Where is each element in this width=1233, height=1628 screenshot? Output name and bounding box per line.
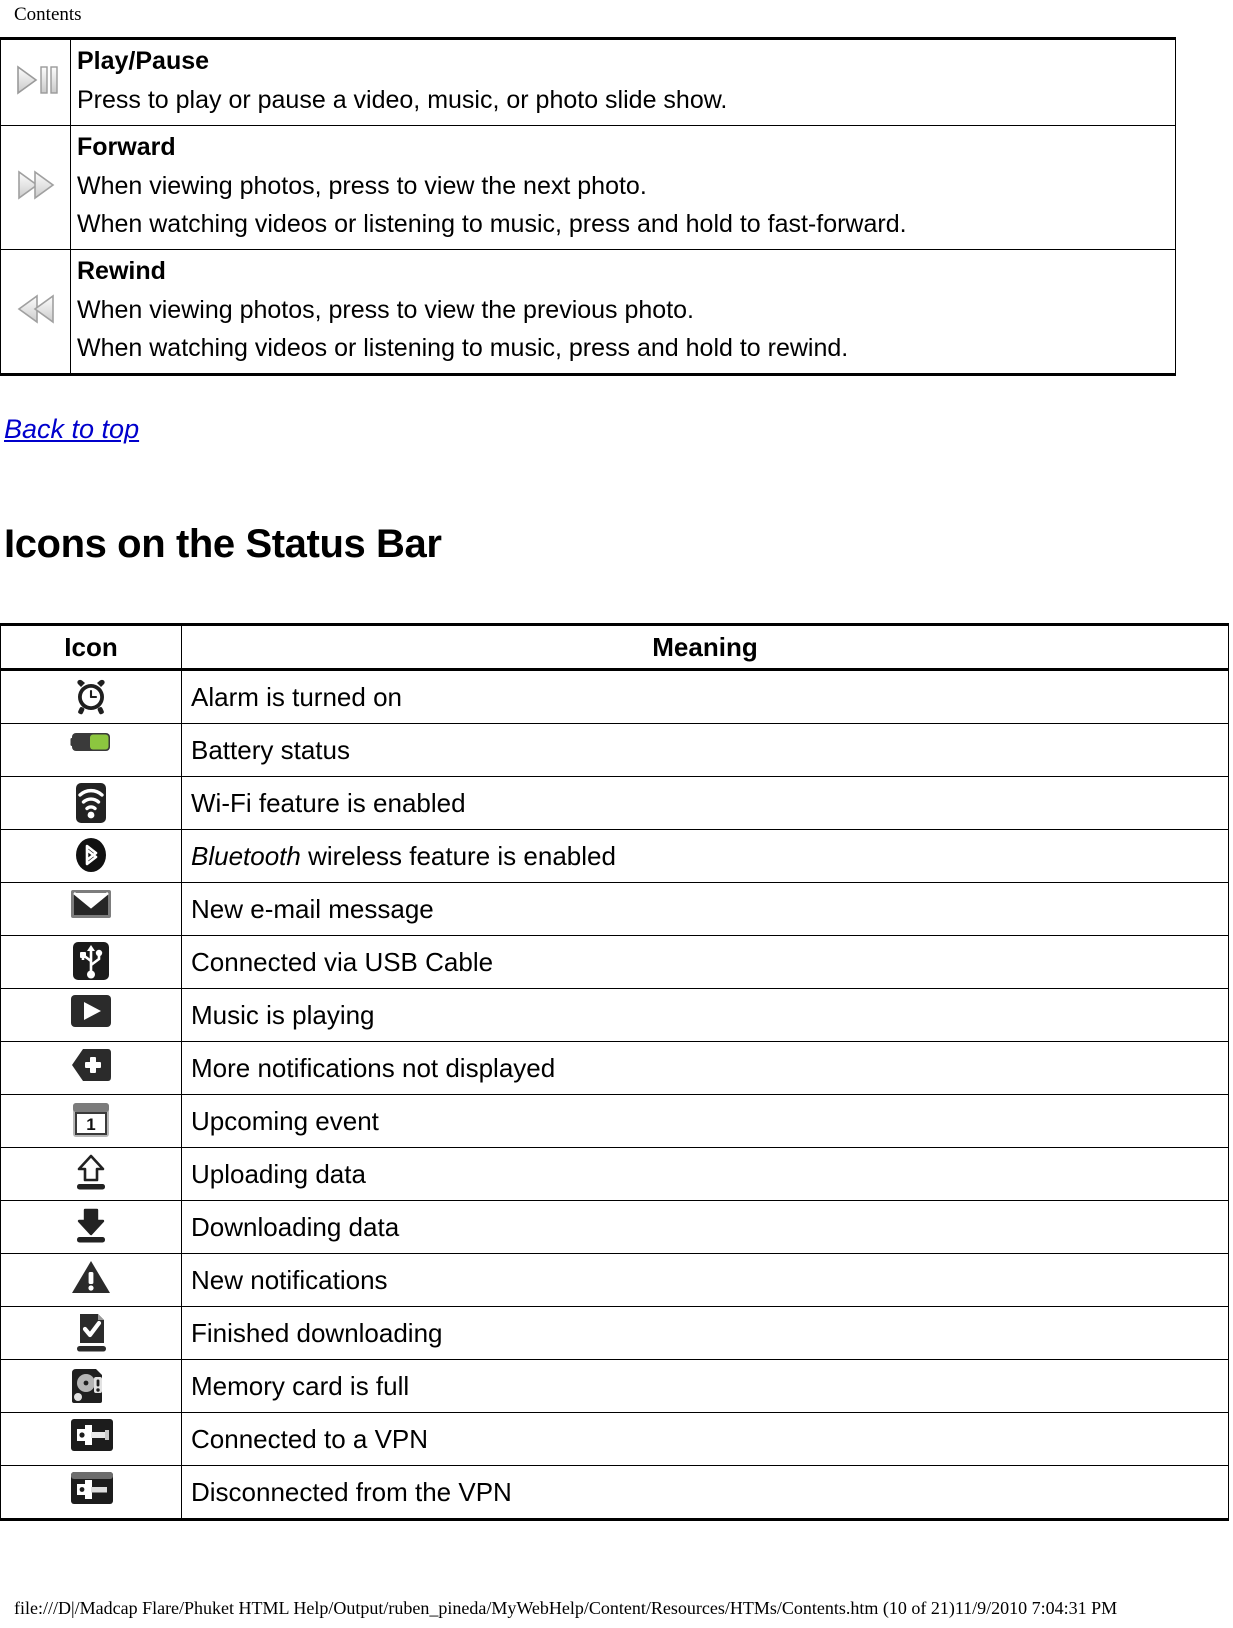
key-line: When viewing photos, press to view the p… <box>77 296 695 324</box>
column-header-meaning: Meaning <box>181 624 1229 671</box>
key-title: Forward <box>77 133 176 161</box>
status-icon-cell <box>0 1359 182 1413</box>
key-line: When viewing photos, press to view the n… <box>77 172 647 200</box>
status-icon-cell <box>0 669 182 724</box>
status-icon-cell <box>0 882 182 936</box>
key-desc-cell: Forward When viewing photos, press to vi… <box>70 125 1176 250</box>
table-row: Play/Pause Press to play or pause a vide… <box>0 38 1176 126</box>
breadcrumb: Contents <box>14 4 82 25</box>
key-line: Press to play or pause a video, music, o… <box>77 86 728 114</box>
key-title: Play/Pause <box>77 47 210 75</box>
music-playing-icon <box>70 994 112 1036</box>
battery-status-icon <box>70 729 112 771</box>
bluetooth-icon <box>70 835 112 877</box>
svg-text:1: 1 <box>86 1115 95 1134</box>
download-complete-icon <box>70 1312 112 1354</box>
bluetooth-rest: wireless feature is enabled <box>300 841 616 871</box>
more-notifications-icon <box>70 1047 112 1089</box>
key-icon-cell <box>0 125 71 250</box>
table-row: Rewind When viewing photos, press to vie… <box>0 249 1176 375</box>
table-row: New notifications <box>0 1253 1229 1307</box>
table-header-row: Icon Meaning <box>0 624 1229 671</box>
vpn-disconnected-icon <box>70 1471 113 1513</box>
table-row: More notifications not displayed <box>0 1041 1229 1095</box>
wifi-icon <box>70 782 112 824</box>
status-meaning-cell: New e-mail message <box>181 882 1229 936</box>
table-row: Connected to a VPN <box>0 1412 1229 1466</box>
key-desc-cell: Rewind When viewing photos, press to vie… <box>70 249 1176 375</box>
upload-icon <box>70 1153 112 1195</box>
table-row: Alarm is turned on <box>0 669 1229 724</box>
status-meaning-cell: Memory card is full <box>181 1359 1229 1413</box>
key-icon-cell <box>0 38 71 126</box>
status-meaning-cell: Finished downloading <box>181 1306 1229 1360</box>
status-icon-cell <box>0 1412 182 1466</box>
status-meaning-cell: Bluetooth wireless feature is enabled <box>181 829 1229 883</box>
status-icon-cell <box>0 1147 182 1201</box>
table-row: Finished downloading <box>0 1306 1229 1360</box>
key-line: When watching videos or listening to mus… <box>77 334 849 362</box>
key-desc-cell: Play/Pause Press to play or pause a vide… <box>70 38 1176 126</box>
status-icon-cell <box>0 1200 182 1254</box>
key-icon-cell <box>0 249 71 375</box>
status-icon-cell <box>0 1041 182 1095</box>
table-row: Forward When viewing photos, press to vi… <box>0 125 1176 250</box>
status-icon-cell <box>0 935 182 989</box>
table-row: Memory card is full <box>0 1359 1229 1413</box>
table-row: Uploading data <box>0 1147 1229 1201</box>
status-meaning-cell: Uploading data <box>181 1147 1229 1201</box>
status-meaning-cell: Downloading data <box>181 1200 1229 1254</box>
status-icon-cell <box>0 776 182 830</box>
alarm-clock-icon <box>70 676 112 718</box>
key-line: When watching videos or listening to mus… <box>77 210 907 238</box>
page-title: Icons on the Status Bar <box>4 522 442 566</box>
calendar-event-icon: 1 <box>70 1100 112 1142</box>
table-row: Downloading data <box>0 1200 1229 1254</box>
status-icon-cell <box>0 829 182 883</box>
table-row: 1 Upcoming event <box>0 1094 1229 1148</box>
status-icon-cell <box>0 1306 182 1360</box>
table-row: Bluetooth wireless feature is enabled <box>0 829 1229 883</box>
status-icon-cell <box>0 1253 182 1307</box>
table-row: Connected via USB Cable <box>0 935 1229 989</box>
fast-forward-icon <box>10 166 62 204</box>
key-title: Rewind <box>77 257 166 285</box>
column-header-icon: Icon <box>0 624 182 671</box>
status-meaning-cell: Battery status <box>181 723 1229 777</box>
table-row: Music is playing <box>0 988 1229 1042</box>
status-meaning-cell: Connected to a VPN <box>181 1412 1229 1466</box>
status-meaning-cell: Disconnected from the VPN <box>181 1465 1229 1520</box>
rewind-icon <box>10 290 62 328</box>
status-meaning-cell: Connected via USB Cable <box>181 935 1229 989</box>
download-icon <box>70 1206 112 1248</box>
usb-icon <box>70 941 112 983</box>
table-row: Wi-Fi feature is enabled <box>0 776 1229 830</box>
table-row: Disconnected from the VPN <box>0 1465 1229 1520</box>
status-icon-cell <box>0 723 182 777</box>
bluetooth-term: Bluetooth <box>191 841 301 871</box>
footer-path: file:///D|/Madcap Flare/Phuket HTML Help… <box>14 1598 1118 1618</box>
table-row: Battery status <box>0 723 1229 777</box>
status-icon-cell <box>0 988 182 1042</box>
warning-icon <box>70 1259 112 1301</box>
status-icon-cell <box>0 1465 182 1520</box>
status-meaning-cell: More notifications not displayed <box>181 1041 1229 1095</box>
status-meaning-cell: New notifications <box>181 1253 1229 1307</box>
status-icon-cell: 1 <box>0 1094 182 1148</box>
status-meaning-cell: Wi-Fi feature is enabled <box>181 776 1229 830</box>
play-pause-icon <box>10 61 62 99</box>
status-meaning-cell: Music is playing <box>181 988 1229 1042</box>
back-to-top-link[interactable]: Back to top <box>4 414 139 444</box>
media-keys-table: Play/Pause Press to play or pause a vide… <box>0 37 1176 376</box>
vpn-connected-icon <box>70 1418 113 1460</box>
memory-card-full-icon <box>70 1365 112 1407</box>
new-email-icon <box>70 888 112 930</box>
status-meaning-cell: Alarm is turned on <box>181 669 1229 724</box>
status-bar-icons-table: Icon Meaning Alarm is turned on Battery … <box>0 623 1229 1521</box>
back-to-top-wrapper: Back to top <box>4 414 1233 445</box>
status-meaning-cell: Upcoming event <box>181 1094 1229 1148</box>
table-row: New e-mail message <box>0 882 1229 936</box>
